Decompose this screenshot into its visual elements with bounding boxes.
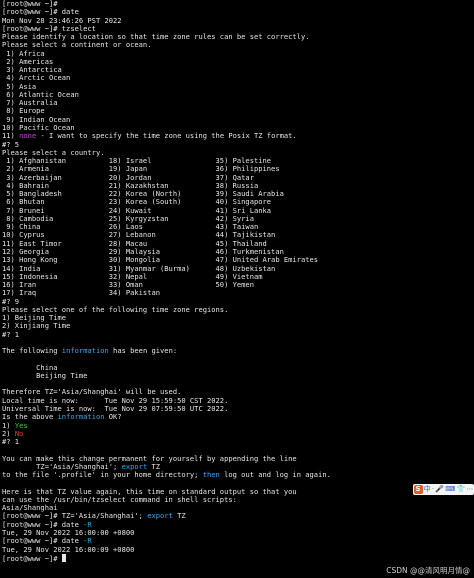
terminal-line: Please select one of the following time … [2, 304, 229, 314]
sogou-logo-icon[interactable]: S [413, 485, 423, 494]
terminal-line: 2) No [2, 428, 24, 438]
skin-icon[interactable]: 👕 [457, 485, 466, 493]
terminal-line: 4) Arctic Ocean [2, 73, 71, 83]
ime-punct-icon[interactable]: · [432, 485, 434, 493]
terminal-line: 2) Xinjiang Time [2, 321, 71, 331]
terminal-line: 1) Africa [2, 48, 45, 58]
terminal-line: 6) Atlantic Ocean [2, 89, 79, 99]
terminal-line: 2) Americas [2, 56, 54, 66]
cursor-block [61, 553, 66, 562]
terminal-line: 1) Beijing Time [2, 313, 67, 323]
ime-toolbar[interactable]: S 中 · 🎤 ⌨ 👕 ⋯ [413, 484, 474, 495]
terminal-output[interactable]: [root@www ~]# [root@www ~]# date Mon Nov 2… [2, 0, 474, 578]
terminal-line: #? 1 [2, 329, 20, 339]
terminal-line: Beijing Time [2, 370, 88, 380]
ime-mode-zh[interactable]: 中 [424, 485, 431, 493]
terminal-line: #? 1 [2, 437, 20, 447]
terminal-line: 7) Australia [2, 98, 58, 108]
terminal-line: 8) Europe [2, 106, 45, 116]
terminal-line: Is the above information OK? [2, 412, 122, 422]
terminal-line: Please select a continent or ocean. [2, 40, 152, 50]
terminal-line: 3) Antarctica [2, 65, 62, 75]
terminal-line: to the file '.profile' in your home dire… [2, 470, 331, 480]
terminal-line: [root@www ~]# [2, 553, 474, 562]
more-icon[interactable]: ⋯ [466, 485, 473, 493]
keyboard-icon[interactable]: ⌨ [445, 485, 455, 493]
terminal-line: Tue, 29 Nov 2022 16:00:09 +0800 [2, 544, 135, 554]
terminal-line: 11) none - I want to specify the time zo… [2, 131, 297, 141]
csdn-watermark: CSDN @@清风明月情@ [386, 565, 470, 575]
terminal-line: 17) Iraq 34) Pakistan [2, 288, 161, 298]
terminal-line: can use the /usr/bin/tzselect command in… [2, 494, 237, 504]
terminal-line: 1) Yes [2, 420, 28, 430]
terminal-line: The following information has been given… [2, 346, 178, 356]
microphone-icon[interactable]: 🎤 [435, 485, 444, 493]
